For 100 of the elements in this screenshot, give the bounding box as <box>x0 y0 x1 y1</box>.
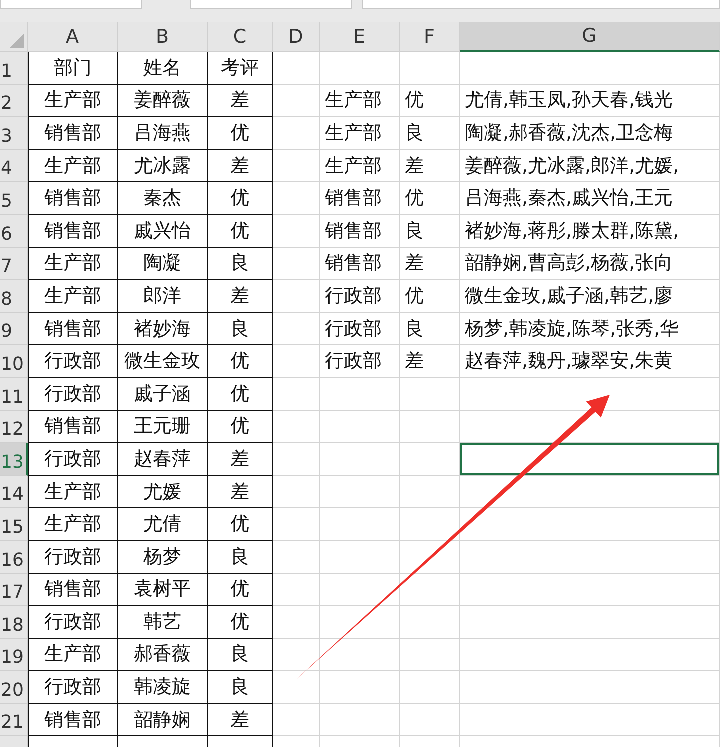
table-cell: 生产部 <box>320 150 400 182</box>
table-cell: 良 <box>208 248 273 280</box>
table-cell: 差 <box>400 150 460 182</box>
table-cell: 销售部 <box>28 117 118 150</box>
table-cell: 销售部 <box>320 248 400 280</box>
empty-cell <box>400 443 460 476</box>
table-cell: 优 <box>400 84 460 118</box>
row-header[interactable]: 17 <box>0 574 28 606</box>
table-cell: 陶凝 <box>118 248 208 280</box>
table-cell: 尤倩 <box>118 508 208 541</box>
table-cell: 行政部 <box>320 280 400 313</box>
row-header[interactable]: 2 <box>0 84 28 118</box>
table-cell: 销售部 <box>28 704 118 736</box>
row-header[interactable]: 19 <box>0 638 28 672</box>
table-cell: 行政部 <box>28 671 118 704</box>
table-cell: 考评 <box>208 52 273 85</box>
row-header[interactable]: 7 <box>0 248 28 280</box>
empty-cell <box>400 378 460 411</box>
table-cell: 微生金玫 <box>118 345 208 378</box>
table-cell: 杨梦 <box>118 540 208 574</box>
table-cell: 销售部 <box>28 574 118 606</box>
table-cell: 行政部 <box>320 312 400 346</box>
column-header[interactable]: E <box>320 22 400 52</box>
table-cell: 部门 <box>28 52 118 85</box>
table-cell: 韩艺 <box>118 606 208 639</box>
empty-cell <box>273 280 320 313</box>
empty-cell <box>273 248 320 280</box>
table-cell: 优 <box>208 410 273 444</box>
table-cell: 良 <box>208 671 273 704</box>
row-header[interactable]: 1 <box>0 52 28 85</box>
table-cell: 微生金玫,戚子涵,韩艺,廖 <box>460 280 720 313</box>
table-cell: 尤媛 <box>118 476 208 508</box>
column-header[interactable]: G <box>460 22 720 52</box>
table-cell: 销售部 <box>28 214 118 248</box>
empty-cell <box>273 540 320 574</box>
select-all-icon[interactable] <box>10 34 24 48</box>
table-cell: 销售部 <box>28 410 118 444</box>
table-cell: 优 <box>208 182 273 215</box>
empty-cell <box>273 443 320 476</box>
table-cell: 差 <box>400 248 460 280</box>
table-cell: 韩凌旋 <box>118 671 208 704</box>
row-header[interactable]: 18 <box>0 606 28 639</box>
table-cell: 郝香薇 <box>118 638 208 672</box>
column-header[interactable]: D <box>273 22 320 52</box>
row-header[interactable]: 3 <box>0 117 28 150</box>
empty-cell <box>273 671 320 704</box>
table-cell: 良 <box>208 540 273 574</box>
row-header[interactable]: 4 <box>0 150 28 182</box>
table-cell: 郎洋 <box>118 280 208 313</box>
table-cell: 行政部 <box>28 606 118 639</box>
empty-cell <box>273 150 320 182</box>
row-header[interactable]: 13 <box>0 443 28 476</box>
column-header[interactable]: C <box>208 22 273 52</box>
empty-cell <box>273 52 320 85</box>
row-header[interactable]: 16 <box>0 540 28 574</box>
row-header[interactable]: 11 <box>0 378 28 411</box>
row-header[interactable]: 10 <box>0 345 28 378</box>
table-cell: 王元珊 <box>118 410 208 444</box>
table-cell: 优 <box>208 345 273 378</box>
table-cell: 销售部 <box>28 312 118 346</box>
table-cell: 良 <box>208 312 273 346</box>
table-cell: 优 <box>208 574 273 606</box>
table-cell: 优 <box>208 508 273 541</box>
table-cell: 戚子涵 <box>118 378 208 411</box>
table-cell: 赵春萍,魏丹,璩翠安,朱黄 <box>460 345 720 378</box>
table-cell: 生产部 <box>320 84 400 118</box>
table-cell: 优 <box>208 378 273 411</box>
row-header[interactable]: 14 <box>0 476 28 508</box>
table-cell: 袁树平 <box>118 574 208 606</box>
table-cell: 生产部 <box>28 638 118 672</box>
table-cell: 行政部 <box>320 345 400 378</box>
table-cell: 行政部 <box>28 378 118 411</box>
empty-cell <box>273 410 320 444</box>
table-cell: 生产部 <box>28 150 118 182</box>
row-header[interactable]: 8 <box>0 280 28 313</box>
row-header[interactable]: 15 <box>0 508 28 541</box>
table-cell: 戚兴怡 <box>118 214 208 248</box>
table-cell: 褚妙海 <box>118 312 208 346</box>
empty-cell <box>273 312 320 346</box>
selected-cell[interactable] <box>460 443 720 476</box>
row-header[interactable]: 6 <box>0 214 28 248</box>
row-header[interactable]: 5 <box>0 182 28 215</box>
row-header[interactable] <box>0 736 28 747</box>
empty-cell <box>273 476 320 508</box>
table-cell: 褚妙海,蒋彤,滕太群,陈黛, <box>460 214 720 248</box>
empty-cell <box>273 214 320 248</box>
row-header[interactable]: 21 <box>0 704 28 736</box>
table-cell: 良 <box>400 214 460 248</box>
table-cell: 优 <box>400 280 460 313</box>
column-header[interactable]: B <box>118 22 208 52</box>
column-header[interactable]: A <box>28 22 118 52</box>
row-header[interactable]: 12 <box>0 410 28 444</box>
row-header[interactable]: 20 <box>0 671 28 704</box>
column-header[interactable]: F <box>400 22 460 52</box>
table-cell: 韶静娴,曹高彭,杨薇,张向 <box>460 248 720 280</box>
empty-cell <box>400 704 460 736</box>
table-cell: 生产部 <box>28 280 118 313</box>
row-header[interactable]: 9 <box>0 312 28 346</box>
empty-cell <box>273 606 320 639</box>
table-cell: 尤冰露 <box>118 150 208 182</box>
